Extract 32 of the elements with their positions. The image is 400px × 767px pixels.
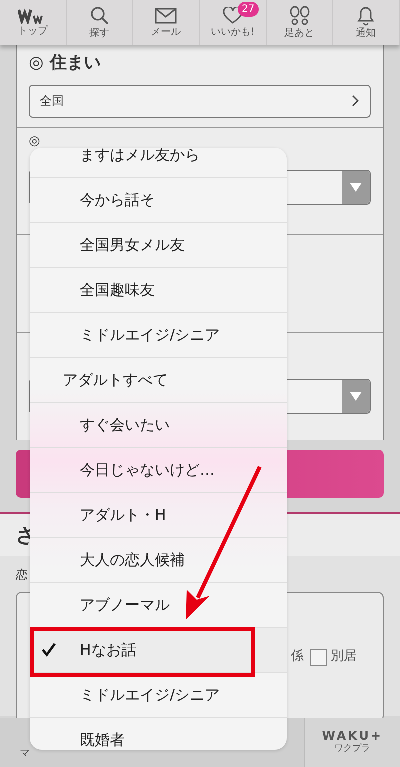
group-option[interactable]: アダルトすべて — [30, 358, 287, 403]
residence-select[interactable]: 全国 — [29, 84, 371, 118]
dropdown-arrow-icon — [350, 182, 362, 192]
menu-option[interactable]: 全国男女メル友 — [30, 223, 287, 268]
menu-option[interactable]: 全国趣味友 — [30, 268, 287, 313]
mail-icon — [155, 7, 178, 25]
section-heading: ◎ 住まい — [29, 52, 102, 75]
footprints-icon — [288, 6, 311, 26]
option-label: 係 — [291, 648, 304, 666]
bell-icon — [357, 6, 376, 26]
chevron-right-icon — [352, 95, 360, 107]
dropdown-arrow-icon — [350, 392, 362, 401]
section-heading: ◎ — [29, 133, 42, 151]
heart-icon — [222, 7, 243, 25]
brand-caption: ワクプラ — [334, 742, 371, 756]
menu-option[interactable]: 今から話そ — [30, 178, 287, 223]
brand-logo[interactable]: WAKU+ — [322, 728, 384, 743]
menu-option[interactable]: ますはメル友から — [30, 148, 287, 178]
menu-option[interactable]: 今日じゃないけど… — [30, 448, 287, 493]
menu-option[interactable]: アダルト・H — [30, 493, 287, 538]
tab-label[interactable]: マ — [20, 746, 30, 761]
count-badge: 27 — [238, 2, 259, 17]
menu-option[interactable]: ミドルエイジ/シニア — [30, 673, 287, 718]
menu-option[interactable]: ミドルエイジ/シニア — [30, 313, 287, 358]
menu-option[interactable]: 既婚者 — [30, 718, 287, 750]
search-icon — [90, 6, 110, 26]
checkbox-label: 別居 — [331, 648, 357, 666]
menu-option[interactable]: すぐ会いたい — [30, 403, 287, 448]
checkbox[interactable] — [310, 648, 327, 666]
menu-option[interactable]: 大人の恋人候補 — [30, 538, 287, 583]
checkmark-icon — [42, 643, 56, 657]
field-label: 恋 — [16, 568, 28, 582]
